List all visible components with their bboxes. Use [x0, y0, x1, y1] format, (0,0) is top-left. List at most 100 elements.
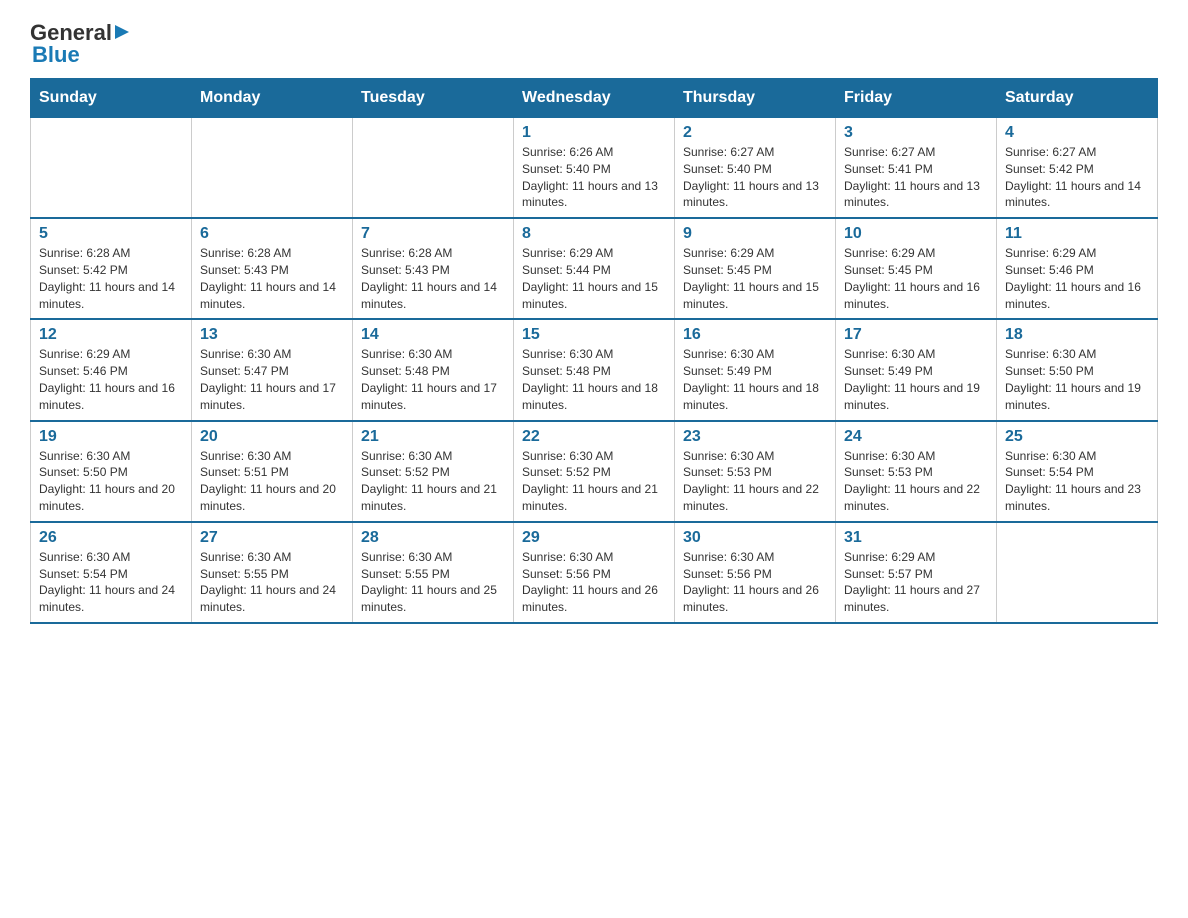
day-number: 31: [844, 529, 988, 547]
calendar-week-row: 1 Sunrise: 6:26 AM Sunset: 5:40 PM Daylig…: [31, 118, 1158, 219]
day-number: 23: [683, 428, 827, 446]
day-number: 1: [522, 124, 666, 142]
col-header-sunday: Sunday: [31, 79, 192, 118]
calendar-cell: 27 Sunrise: 6:30 AM Sunset: 5:55 PM Dayli…: [192, 522, 353, 623]
calendar-cell: 17 Sunrise: 6:30 AM Sunset: 5:49 PM Dayli…: [836, 319, 997, 420]
calendar-cell: 14Sunrise: 6:30 AM Sunset: 5:48 PM Dayli…: [353, 319, 514, 420]
day-number: 7: [361, 225, 505, 243]
day-info: Sunrise: 6:30 AM Sunset: 5:48 PM Dayligh…: [361, 346, 505, 413]
calendar-cell: 9Sunrise: 6:29 AM Sunset: 5:45 PM Daylig…: [675, 218, 836, 319]
day-number: 11: [1005, 225, 1149, 243]
calendar-week-row: 26Sunrise: 6:30 AM Sunset: 5:54 PM Dayli…: [31, 522, 1158, 623]
calendar-week-row: 5 Sunrise: 6:28 AM Sunset: 5:42 PM Daylig…: [31, 218, 1158, 319]
calendar-cell: 13 Sunrise: 6:30 AM Sunset: 5:47 PM Dayli…: [192, 319, 353, 420]
day-number: 5: [39, 225, 183, 243]
calendar-cell: 21Sunrise: 6:30 AM Sunset: 5:52 PM Dayli…: [353, 421, 514, 522]
calendar-cell: 4 Sunrise: 6:27 AM Sunset: 5:42 PM Daylig…: [997, 118, 1158, 219]
calendar-cell: 10Sunrise: 6:29 AM Sunset: 5:45 PM Dayli…: [836, 218, 997, 319]
day-info: Sunrise: 6:30 AM Sunset: 5:47 PM Dayligh…: [200, 346, 344, 413]
day-info: Sunrise: 6:27 AM Sunset: 5:40 PM Dayligh…: [683, 144, 827, 211]
calendar-cell: 25Sunrise: 6:30 AM Sunset: 5:54 PM Dayli…: [997, 421, 1158, 522]
day-number: 13: [200, 326, 344, 344]
calendar-cell: 1 Sunrise: 6:26 AM Sunset: 5:40 PM Daylig…: [514, 118, 675, 219]
calendar-cell: 18Sunrise: 6:30 AM Sunset: 5:50 PM Dayli…: [997, 319, 1158, 420]
calendar-header-row: SundayMondayTuesdayWednesdayThursdayFrid…: [31, 79, 1158, 118]
day-number: 15: [522, 326, 666, 344]
calendar-table: SundayMondayTuesdayWednesdayThursdayFrid…: [30, 78, 1158, 624]
day-number: 16: [683, 326, 827, 344]
calendar-cell: 2 Sunrise: 6:27 AM Sunset: 5:40 PM Daylig…: [675, 118, 836, 219]
day-info: Sunrise: 6:29 AM Sunset: 5:46 PM Dayligh…: [39, 346, 183, 413]
day-number: 20: [200, 428, 344, 446]
day-number: 28: [361, 529, 505, 547]
calendar-week-row: 12Sunrise: 6:29 AM Sunset: 5:46 PM Dayli…: [31, 319, 1158, 420]
logo: General Blue: [30, 20, 133, 68]
day-info: Sunrise: 6:30 AM Sunset: 5:50 PM Dayligh…: [1005, 346, 1149, 413]
day-info: Sunrise: 6:29 AM Sunset: 5:46 PM Dayligh…: [1005, 245, 1149, 312]
day-number: 6: [200, 225, 344, 243]
day-number: 27: [200, 529, 344, 547]
col-header-tuesday: Tuesday: [353, 79, 514, 118]
day-info: Sunrise: 6:29 AM Sunset: 5:44 PM Dayligh…: [522, 245, 666, 312]
day-number: 4: [1005, 124, 1149, 142]
day-number: 24: [844, 428, 988, 446]
calendar-cell: 24 Sunrise: 6:30 AM Sunset: 5:53 PM Dayli…: [836, 421, 997, 522]
calendar-cell: [997, 522, 1158, 623]
logo-text-blue: Blue: [32, 42, 80, 68]
day-info: Sunrise: 6:30 AM Sunset: 5:55 PM Dayligh…: [200, 549, 344, 616]
day-info: Sunrise: 6:30 AM Sunset: 5:55 PM Dayligh…: [361, 549, 505, 616]
calendar-cell: 30 Sunrise: 6:30 AM Sunset: 5:56 PM Dayli…: [675, 522, 836, 623]
col-header-wednesday: Wednesday: [514, 79, 675, 118]
day-info: Sunrise: 6:30 AM Sunset: 5:56 PM Dayligh…: [683, 549, 827, 616]
calendar-cell: 3Sunrise: 6:27 AM Sunset: 5:41 PM Daylig…: [836, 118, 997, 219]
calendar-cell: 29 Sunrise: 6:30 AM Sunset: 5:56 PM Dayli…: [514, 522, 675, 623]
day-info: Sunrise: 6:30 AM Sunset: 5:49 PM Dayligh…: [683, 346, 827, 413]
calendar-week-row: 19 Sunrise: 6:30 AM Sunset: 5:50 PM Dayli…: [31, 421, 1158, 522]
day-number: 29: [522, 529, 666, 547]
logo-arrow-icon: [115, 23, 133, 41]
calendar-cell: 23 Sunrise: 6:30 AM Sunset: 5:53 PM Dayli…: [675, 421, 836, 522]
day-info: Sunrise: 6:29 AM Sunset: 5:57 PM Dayligh…: [844, 549, 988, 616]
calendar-cell: 26Sunrise: 6:30 AM Sunset: 5:54 PM Dayli…: [31, 522, 192, 623]
calendar-cell: 11 Sunrise: 6:29 AM Sunset: 5:46 PM Dayli…: [997, 218, 1158, 319]
day-number: 21: [361, 428, 505, 446]
day-number: 30: [683, 529, 827, 547]
day-number: 19: [39, 428, 183, 446]
day-info: Sunrise: 6:28 AM Sunset: 5:43 PM Dayligh…: [200, 245, 344, 312]
day-number: 17: [844, 326, 988, 344]
calendar-cell: 22 Sunrise: 6:30 AM Sunset: 5:52 PM Dayli…: [514, 421, 675, 522]
day-info: Sunrise: 6:27 AM Sunset: 5:42 PM Dayligh…: [1005, 144, 1149, 211]
col-header-saturday: Saturday: [997, 79, 1158, 118]
col-header-thursday: Thursday: [675, 79, 836, 118]
day-info: Sunrise: 6:29 AM Sunset: 5:45 PM Dayligh…: [683, 245, 827, 312]
calendar-cell: 5 Sunrise: 6:28 AM Sunset: 5:42 PM Daylig…: [31, 218, 192, 319]
calendar-cell: 31 Sunrise: 6:29 AM Sunset: 5:57 PM Dayli…: [836, 522, 997, 623]
col-header-friday: Friday: [836, 79, 997, 118]
calendar-cell: 16 Sunrise: 6:30 AM Sunset: 5:49 PM Dayli…: [675, 319, 836, 420]
day-number: 22: [522, 428, 666, 446]
calendar-cell: 12Sunrise: 6:29 AM Sunset: 5:46 PM Dayli…: [31, 319, 192, 420]
page-header: General Blue: [30, 20, 1158, 68]
calendar-cell: 19 Sunrise: 6:30 AM Sunset: 5:50 PM Dayli…: [31, 421, 192, 522]
day-info: Sunrise: 6:30 AM Sunset: 5:56 PM Dayligh…: [522, 549, 666, 616]
calendar-cell: 7Sunrise: 6:28 AM Sunset: 5:43 PM Daylig…: [353, 218, 514, 319]
calendar-cell: [192, 118, 353, 219]
day-info: Sunrise: 6:30 AM Sunset: 5:52 PM Dayligh…: [522, 448, 666, 515]
calendar-cell: 15Sunrise: 6:30 AM Sunset: 5:48 PM Dayli…: [514, 319, 675, 420]
day-number: 2: [683, 124, 827, 142]
day-number: 8: [522, 225, 666, 243]
day-info: Sunrise: 6:30 AM Sunset: 5:49 PM Dayligh…: [844, 346, 988, 413]
day-number: 26: [39, 529, 183, 547]
day-info: Sunrise: 6:30 AM Sunset: 5:53 PM Dayligh…: [844, 448, 988, 515]
day-info: Sunrise: 6:30 AM Sunset: 5:50 PM Dayligh…: [39, 448, 183, 515]
calendar-cell: [353, 118, 514, 219]
day-info: Sunrise: 6:30 AM Sunset: 5:54 PM Dayligh…: [1005, 448, 1149, 515]
calendar-cell: 8 Sunrise: 6:29 AM Sunset: 5:44 PM Daylig…: [514, 218, 675, 319]
calendar-cell: 20 Sunrise: 6:30 AM Sunset: 5:51 PM Dayli…: [192, 421, 353, 522]
day-info: Sunrise: 6:28 AM Sunset: 5:42 PM Dayligh…: [39, 245, 183, 312]
day-info: Sunrise: 6:30 AM Sunset: 5:53 PM Dayligh…: [683, 448, 827, 515]
day-number: 10: [844, 225, 988, 243]
day-info: Sunrise: 6:30 AM Sunset: 5:51 PM Dayligh…: [200, 448, 344, 515]
col-header-monday: Monday: [192, 79, 353, 118]
day-info: Sunrise: 6:26 AM Sunset: 5:40 PM Dayligh…: [522, 144, 666, 211]
